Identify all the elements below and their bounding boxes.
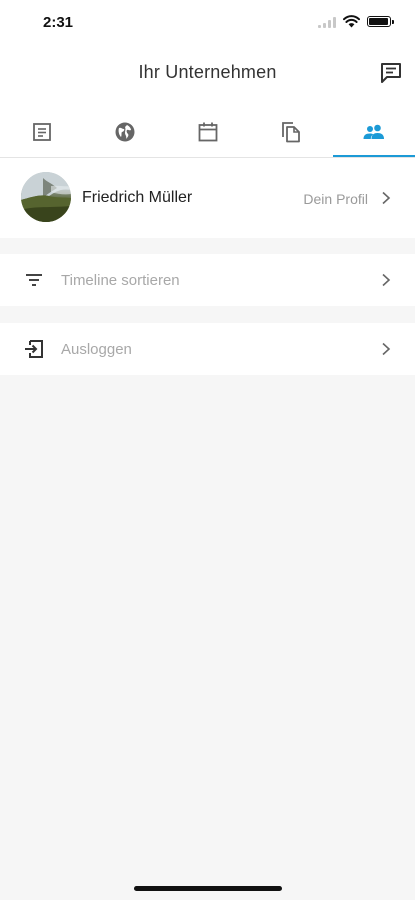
sort-timeline-label: Timeline sortieren [61, 272, 180, 289]
cellular-signal-icon [318, 17, 340, 28]
chevron-right-icon [382, 191, 391, 205]
tab-documents[interactable] [249, 108, 332, 158]
active-tab-indicator [333, 155, 415, 157]
wifi-icon [343, 15, 360, 28]
profile-link-label[interactable]: Dein Profil [303, 191, 368, 207]
profile-name: Friedrich Müller [82, 189, 193, 206]
tab-calendar[interactable] [166, 108, 249, 158]
tab-feed[interactable] [0, 108, 83, 158]
globe-icon [115, 122, 135, 142]
avatar [21, 172, 71, 222]
sort-timeline-row[interactable]: Timeline sortieren [0, 254, 415, 306]
document-icon [33, 123, 51, 141]
logout-row[interactable]: Ausloggen [0, 323, 415, 375]
page-title: Ihr Unternehmen [138, 62, 277, 82]
copy-icon [282, 122, 300, 143]
status-bar: 2:31 [0, 0, 415, 44]
filter-icon [26, 274, 42, 286]
logout-label: Ausloggen [61, 341, 132, 358]
battery-icon [367, 16, 394, 27]
tab-people[interactable] [332, 108, 415, 158]
calendar-icon [198, 122, 218, 142]
tab-bar [0, 108, 415, 158]
chat-icon[interactable] [379, 62, 403, 84]
chevron-right-icon [382, 342, 391, 356]
tab-web[interactable] [83, 108, 166, 158]
chevron-right-icon [382, 273, 391, 287]
status-time: 2:31 [43, 14, 74, 31]
people-icon [363, 124, 384, 139]
logout-icon [25, 340, 43, 358]
home-indicator[interactable] [134, 886, 282, 891]
profile-row[interactable]: Friedrich Müller Dein Profil [0, 158, 415, 238]
landscape-photo [21, 172, 71, 222]
